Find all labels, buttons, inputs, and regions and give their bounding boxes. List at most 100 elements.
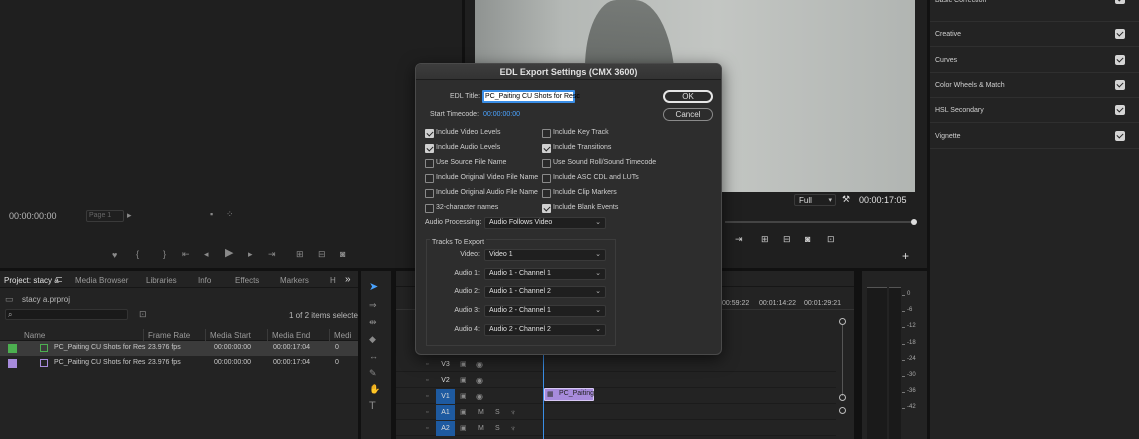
step-forward-icon[interactable]: ▸ (248, 250, 253, 259)
zoom-handle-bottom[interactable] (839, 394, 846, 401)
lumetri-section[interactable]: Creative (930, 22, 1139, 48)
checkbox[interactable] (542, 143, 551, 153)
tab-libraries[interactable]: Libraries (146, 276, 177, 285)
lumetri-enable-checkbox[interactable] (1115, 0, 1125, 4)
brace-close-icon[interactable]: } (163, 250, 166, 259)
option-right-3[interactable]: Include ASC CDL and LUTs (542, 173, 657, 184)
eye-icon[interactable]: ◉ (476, 360, 483, 369)
col-media-end[interactable]: Media End (272, 331, 310, 340)
tab-info[interactable]: Info (198, 276, 211, 285)
track-target[interactable]: V3 (436, 357, 455, 372)
step-back-icon[interactable]: ◂ (204, 250, 209, 259)
slip-tool-icon[interactable]: ↔ (369, 352, 378, 361)
tab-menu-icon[interactable] (56, 277, 62, 282)
playhead-handle[interactable] (911, 219, 917, 225)
option-right-2[interactable]: Use Sound Roll/Sound Timecode (542, 158, 657, 169)
checkbox[interactable] (542, 203, 551, 213)
hand-tool-icon[interactable]: ✋ (369, 385, 380, 394)
eye-icon[interactable]: ◉ (476, 392, 483, 401)
ripple-edit-tool-icon[interactable]: ⇹ (369, 318, 377, 327)
checkbox[interactable] (425, 158, 434, 168)
track-export-select[interactable]: Audio 2 - Channel 1 ⌄ (484, 305, 606, 318)
checkbox[interactable] (425, 143, 434, 153)
settings-icon[interactable]: ▪ (210, 210, 213, 219)
selection-tool-icon[interactable]: ➤ (369, 282, 378, 293)
page-dropdown[interactable]: Page 1 (86, 210, 124, 222)
solo-button[interactable]: S (495, 409, 500, 416)
checkbox[interactable] (425, 188, 434, 198)
start-timecode-value[interactable]: 00:00:00:00 (483, 111, 520, 118)
col-media-start[interactable]: Media Start (210, 331, 251, 340)
lock-icon[interactable]: ▫ (426, 424, 428, 433)
option-left-3[interactable]: Include Original Video File Name (425, 173, 540, 184)
lumetri-enable-checkbox[interactable] (1115, 130, 1125, 141)
camera-icon[interactable]: ◙ (340, 250, 345, 259)
film-icon[interactable]: ▣ (460, 408, 467, 417)
mark-in-icon[interactable]: ♥ (112, 251, 117, 260)
checkbox[interactable] (425, 203, 434, 213)
option-right-5[interactable]: Include Blank Events (542, 203, 657, 214)
solo-button[interactable]: S (495, 425, 500, 432)
camera-icon[interactable]: ◙ (805, 235, 810, 244)
wrench-icon[interactable]: ⁘ (226, 210, 234, 219)
new-bin-icon[interactable]: ⊡ (139, 310, 147, 319)
lumetri-enable-checkbox[interactable] (1115, 29, 1125, 40)
lumetri-section[interactable]: Vignette (930, 124, 1139, 149)
track-export-select[interactable]: Video 1 ⌄ (484, 249, 606, 261)
option-right-4[interactable]: Include Clip Markers (542, 188, 657, 199)
go-to-out-icon[interactable]: ⇥ (268, 250, 276, 259)
option-left-5[interactable]: 32-character names (425, 203, 540, 214)
wrench-icon[interactable]: ⚒ (842, 195, 850, 204)
audio-processing-select[interactable]: Audio Follows Video ⌄ (484, 217, 606, 229)
track-target[interactable]: A2 (436, 421, 455, 436)
lumetri-enable-checkbox[interactable] (1115, 79, 1125, 90)
col-name[interactable]: Name (24, 331, 45, 340)
microphone-icon[interactable]: ♆ (510, 408, 516, 417)
track-target[interactable]: V2 (436, 373, 455, 388)
vertical-scrollbar[interactable] (842, 325, 843, 396)
mute-button[interactable]: M (478, 425, 484, 432)
extract-icon[interactable]: ⊟ (783, 235, 791, 244)
lumetri-section[interactable]: Curves (930, 48, 1139, 73)
checkbox[interactable] (542, 173, 551, 183)
label-color-swatch[interactable] (8, 359, 17, 368)
lock-icon[interactable]: ▫ (426, 360, 428, 369)
track-target[interactable]: V1 (436, 389, 455, 404)
film-icon[interactable]: ▣ (460, 360, 467, 369)
ok-button[interactable]: OK (663, 90, 713, 103)
col-medi[interactable]: Medi (334, 331, 351, 340)
edl-title-input[interactable]: PC_Paiting CU Shots for Resc (482, 90, 580, 103)
option-left-0[interactable]: Include Video Levels (425, 128, 540, 139)
zoom-dropdown[interactable]: Full ▾ (794, 194, 836, 206)
type-tool-icon[interactable]: T (369, 401, 376, 412)
go-to-in-icon[interactable]: ⇤ (182, 250, 190, 259)
lock-icon[interactable]: ▫ (426, 392, 428, 401)
label-color-swatch[interactable] (8, 344, 17, 353)
add-button-icon[interactable]: + (902, 250, 909, 262)
more-tabs-icon[interactable]: » (345, 274, 351, 285)
col-frame-rate[interactable]: Frame Rate (148, 331, 190, 340)
mute-button[interactable]: M (478, 409, 484, 416)
checkbox[interactable] (425, 129, 434, 138)
tab-media-browser[interactable]: Media Browser (75, 276, 128, 285)
checkbox[interactable] (542, 188, 551, 198)
playhead-bar[interactable] (725, 221, 915, 223)
tab-history[interactable]: H (330, 276, 336, 285)
lumetri-section[interactable]: Color Wheels & Match (930, 73, 1139, 98)
track-export-select[interactable]: Audio 2 - Channel 2 ⌄ (484, 323, 606, 336)
lumetri-section[interactable]: Basic Correction (930, 0, 1139, 22)
brace-open-icon[interactable]: { (136, 250, 139, 259)
go-to-out-icon[interactable]: ⇥ (735, 235, 743, 244)
compare-icon[interactable]: ⊡ (827, 235, 835, 244)
tab-effects[interactable]: Effects (235, 276, 259, 285)
microphone-icon[interactable]: ♆ (510, 424, 516, 433)
lumetri-enable-checkbox[interactable] (1115, 54, 1125, 65)
play-icon[interactable]: ▶ (225, 248, 233, 259)
search-input[interactable]: ⌕ (5, 309, 128, 320)
play-arrow-icon[interactable]: ▸ (127, 211, 132, 220)
track-export-select[interactable]: Audio 1 - Channel 2 ⌄ (484, 286, 606, 299)
table-row[interactable]: PC_Paiting CU Shots for Res 23.976 fps 00:… (0, 356, 358, 371)
overwrite-icon[interactable]: ⊟ (318, 250, 326, 259)
film-icon[interactable]: ▣ (460, 392, 467, 401)
table-row[interactable]: PC_Paiting CU Shots for Res 23.976 fps 00:… (0, 341, 358, 356)
